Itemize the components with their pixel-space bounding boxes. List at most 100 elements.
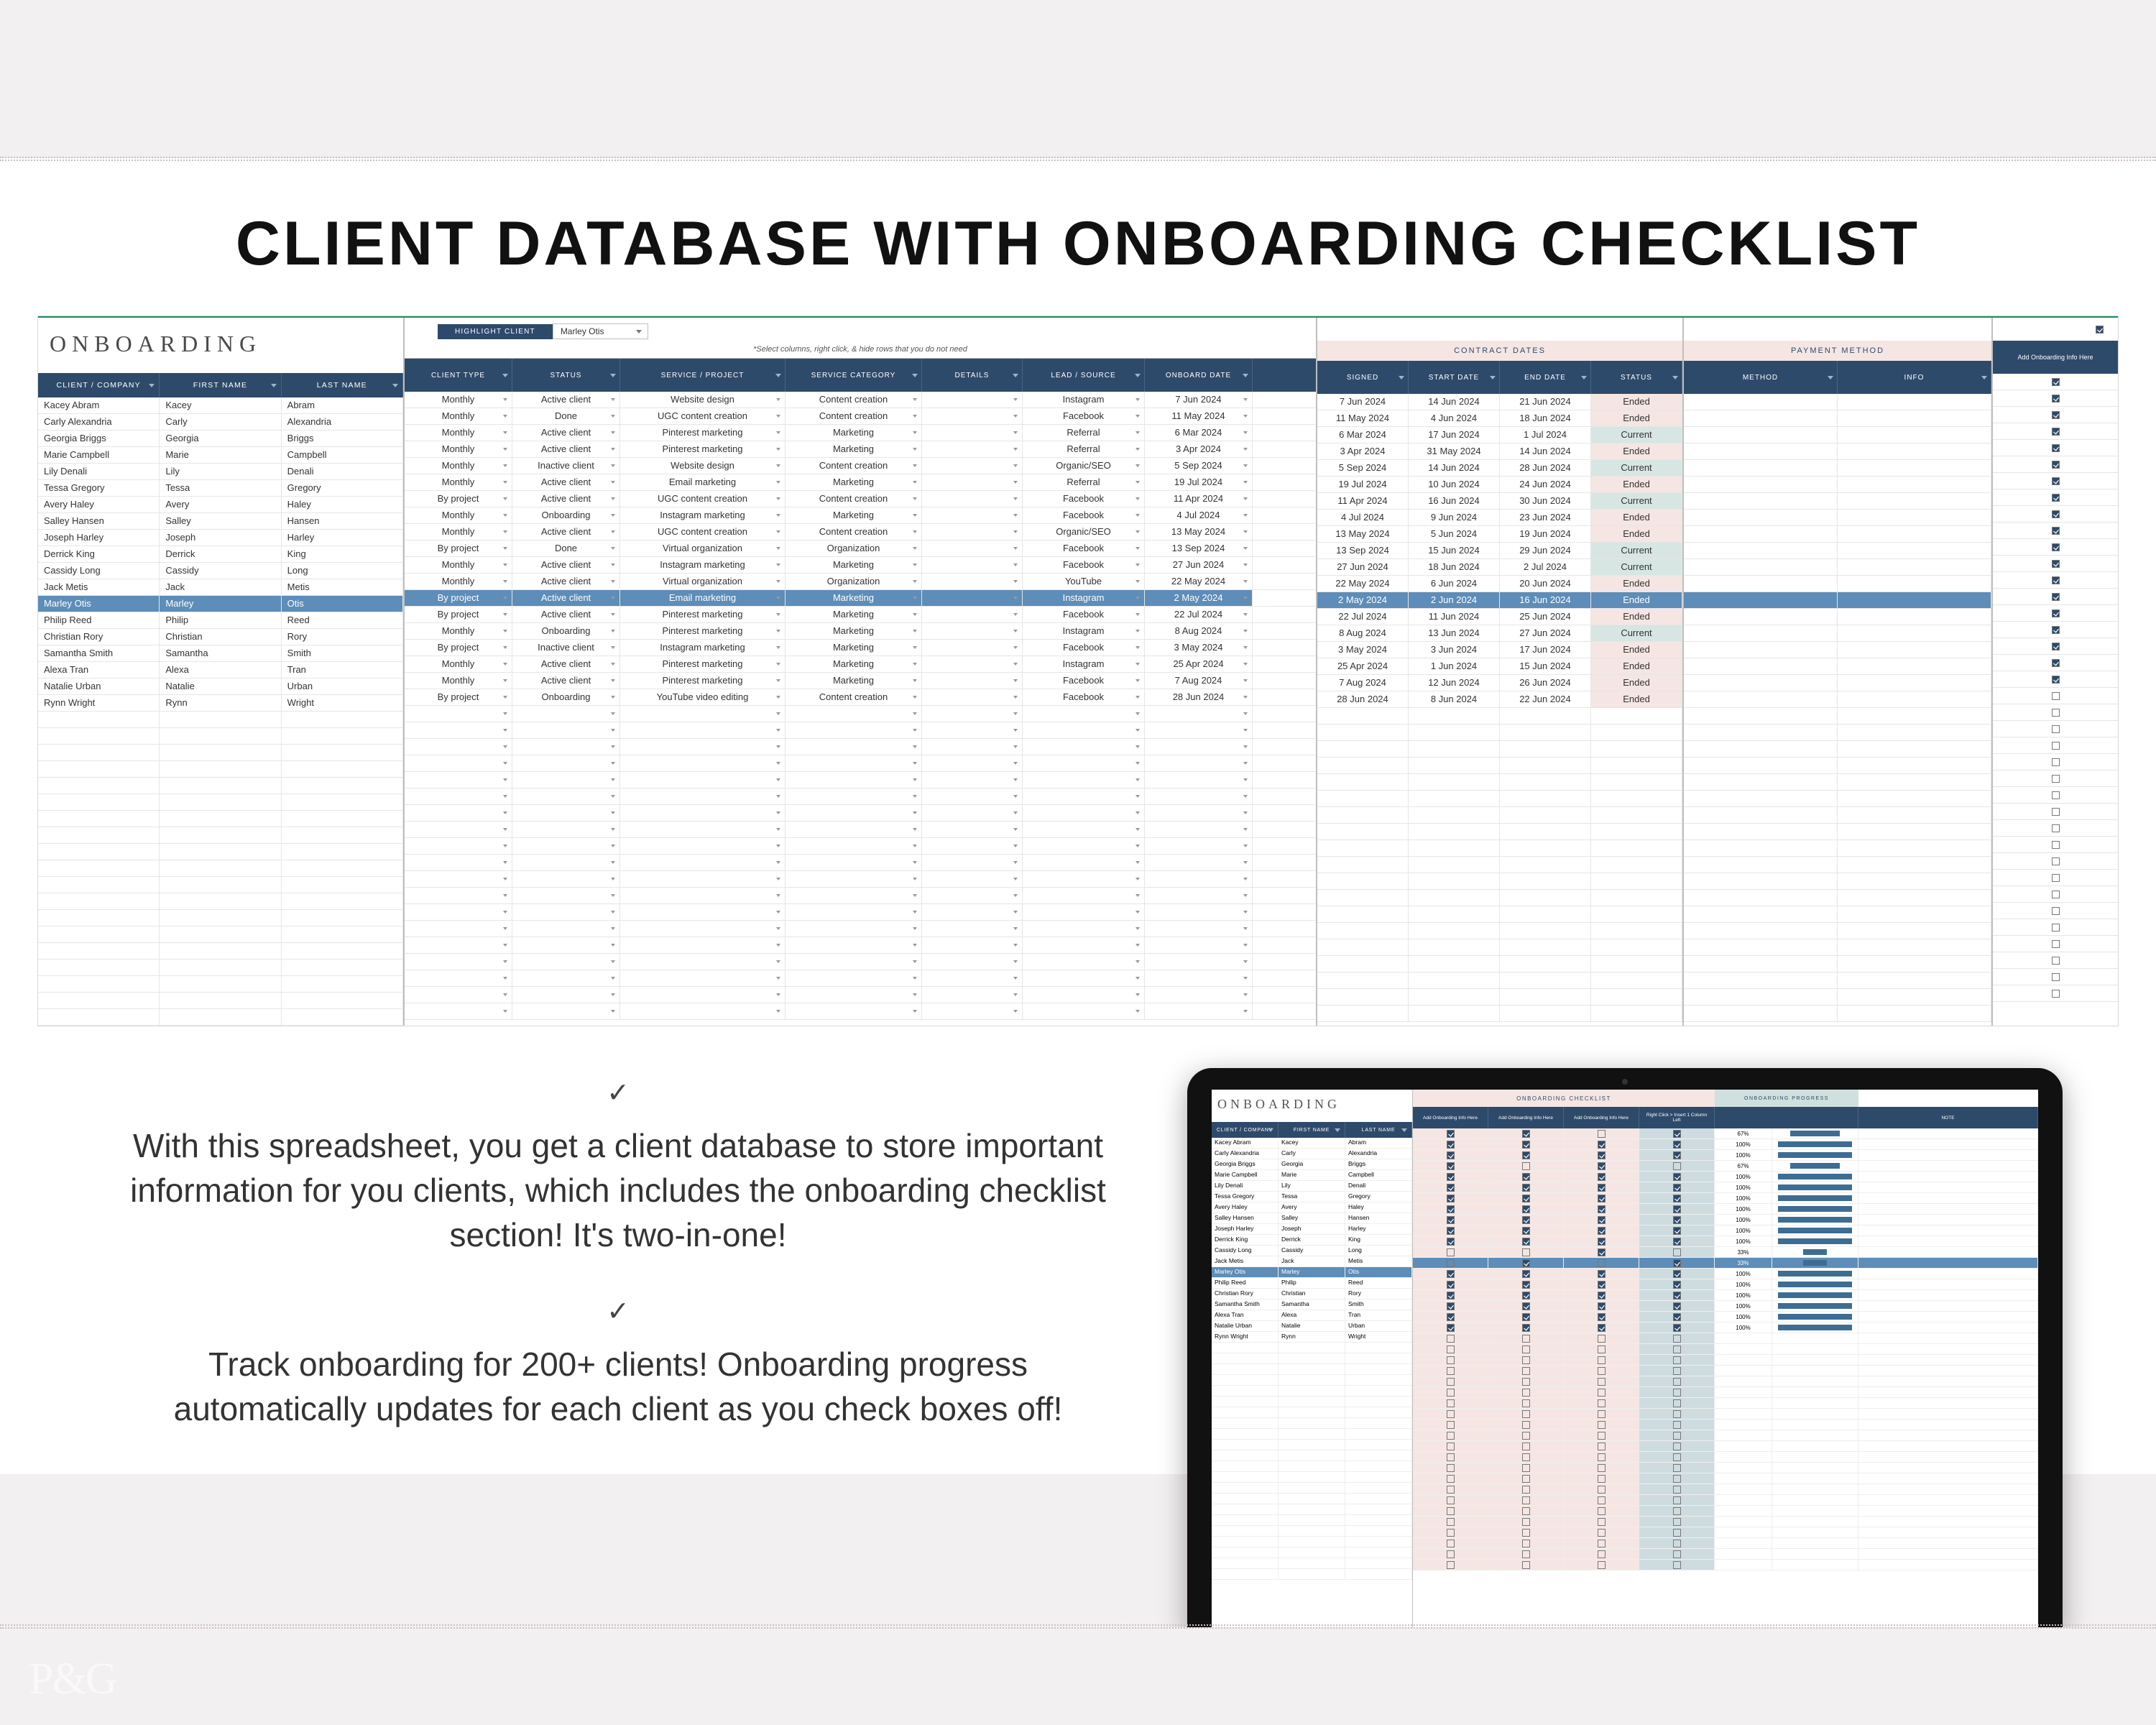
table-row[interactable] <box>1684 592 1991 609</box>
table-row[interactable]: By projectOnboardingYouTube video editin… <box>405 689 1316 706</box>
empty-row[interactable] <box>1993 936 2118 952</box>
empty-row[interactable] <box>1413 1398 2038 1409</box>
table-row[interactable]: 100% <box>1413 1139 2038 1150</box>
table-row[interactable] <box>1684 691 1991 708</box>
highlight-select[interactable]: Marley Otis <box>553 323 648 339</box>
table-row[interactable]: Marie CampbellMarieCampbell <box>38 447 403 464</box>
table-row[interactable]: 100% <box>1413 1279 2038 1290</box>
table-row[interactable]: Tessa GregoryTessaGregory <box>1212 1192 1412 1202</box>
table-row[interactable]: Cassidy LongCassidyLong <box>38 563 403 579</box>
empty-row[interactable] <box>1212 1397 1412 1407</box>
table-row[interactable] <box>1993 556 2118 572</box>
empty-row[interactable] <box>1993 886 2118 903</box>
col-header[interactable]: CLIENT / COMPANY <box>38 373 160 397</box>
table-row[interactable]: Lily DenaliLilyDenali <box>1212 1181 1412 1192</box>
table-row[interactable]: Derrick KingDerrickKing <box>1212 1235 1412 1246</box>
empty-row[interactable] <box>1317 989 1682 1006</box>
table-row[interactable] <box>1993 407 2118 423</box>
table-row[interactable] <box>1993 523 2118 539</box>
empty-row[interactable] <box>405 838 1316 855</box>
empty-row[interactable] <box>1317 906 1682 923</box>
empty-row[interactable] <box>38 877 403 893</box>
table-row[interactable] <box>1993 473 2118 489</box>
empty-row[interactable] <box>405 987 1316 1003</box>
empty-row[interactable] <box>1684 857 1991 873</box>
empty-row[interactable] <box>1212 1364 1412 1375</box>
table-row[interactable]: 100% <box>1413 1182 2038 1193</box>
table-row[interactable] <box>1993 605 2118 622</box>
empty-row[interactable] <box>1684 890 1991 906</box>
table-row[interactable]: Georgia BriggsGeorgiaBriggs <box>1212 1159 1412 1170</box>
table-row[interactable] <box>1684 443 1991 460</box>
table-row[interactable] <box>1684 493 1991 510</box>
empty-row[interactable] <box>1993 985 2118 1002</box>
empty-row[interactable] <box>405 937 1316 954</box>
table-row[interactable]: 13 May 20245 Jun 202419 Jun 2024Ended <box>1317 526 1682 543</box>
empty-row[interactable] <box>38 794 403 811</box>
empty-row[interactable] <box>38 993 403 1009</box>
empty-row[interactable] <box>405 755 1316 772</box>
empty-row[interactable] <box>1993 721 2118 737</box>
table-row[interactable]: 100% <box>1413 1301 2038 1312</box>
table-row[interactable]: MonthlyActive clientPinterest marketingM… <box>405 441 1316 458</box>
col-header[interactable]: CLIENT / COMPANY <box>1212 1122 1279 1138</box>
table-row[interactable]: Salley HansenSalleyHansen <box>38 513 403 530</box>
empty-row[interactable] <box>38 761 403 778</box>
empty-row[interactable] <box>405 871 1316 888</box>
table-row[interactable]: 13 Sep 202415 Jun 202429 Jun 2024Current <box>1317 543 1682 559</box>
empty-row[interactable] <box>1317 1006 1682 1022</box>
table-row[interactable] <box>1993 423 2118 440</box>
table-row[interactable]: 27 Jun 202418 Jun 20242 Jul 2024Current <box>1317 559 1682 576</box>
empty-row[interactable] <box>1317 708 1682 724</box>
top-checkbox-icon[interactable] <box>2096 326 2104 334</box>
table-row[interactable]: 100% <box>1413 1204 2038 1215</box>
table-row[interactable]: By projectActive clientEmail marketingMa… <box>405 590 1316 607</box>
empty-row[interactable] <box>1317 873 1682 890</box>
table-row[interactable]: Joseph HarleyJosephHarley <box>1212 1224 1412 1235</box>
empty-row[interactable] <box>1993 737 2118 754</box>
empty-row[interactable] <box>1684 1006 1991 1022</box>
empty-row[interactable] <box>1684 724 1991 741</box>
empty-row[interactable] <box>1413 1527 2038 1538</box>
empty-row[interactable] <box>38 745 403 761</box>
table-row[interactable] <box>1993 374 2118 390</box>
empty-row[interactable] <box>405 904 1316 921</box>
empty-row[interactable] <box>38 1009 403 1026</box>
table-row[interactable]: Philip ReedPhilipReed <box>1212 1278 1412 1289</box>
empty-row[interactable] <box>1317 807 1682 824</box>
empty-row[interactable] <box>1993 704 2118 721</box>
table-row[interactable]: Avery HaleyAveryHaley <box>38 497 403 513</box>
table-row[interactable]: 100% <box>1413 1150 2038 1161</box>
empty-row[interactable] <box>38 960 403 976</box>
empty-row[interactable] <box>1993 952 2118 969</box>
empty-row[interactable] <box>1413 1538 2038 1549</box>
table-row[interactable]: MonthlyActive clientWebsite designConten… <box>405 392 1316 408</box>
empty-row[interactable] <box>38 844 403 860</box>
table-row[interactable]: Alexa TranAlexaTran <box>1212 1310 1412 1321</box>
col-header[interactable]: SIGNED <box>1317 361 1409 394</box>
table-row[interactable]: Avery HaleyAveryHaley <box>1212 1202 1412 1213</box>
table-row[interactable]: 100% <box>1413 1290 2038 1301</box>
col-header[interactable]: DETAILS <box>922 359 1023 392</box>
empty-row[interactable] <box>405 921 1316 937</box>
table-row[interactable]: Derrick KingDerrickKing <box>38 546 403 563</box>
table-row[interactable]: 100% <box>1413 1172 2038 1182</box>
empty-row[interactable] <box>38 827 403 844</box>
table-row[interactable]: 100% <box>1413 1269 2038 1279</box>
empty-row[interactable] <box>1684 956 1991 972</box>
col-header[interactable]: STATUS <box>1591 361 1682 394</box>
empty-row[interactable] <box>1684 741 1991 758</box>
table-row[interactable]: MonthlyActive clientEmail marketingMarke… <box>405 474 1316 491</box>
empty-row[interactable] <box>1993 787 2118 804</box>
empty-row[interactable] <box>1413 1366 2038 1376</box>
table-row[interactable] <box>1684 543 1991 559</box>
empty-row[interactable] <box>38 860 403 877</box>
empty-row[interactable] <box>1212 1450 1412 1461</box>
empty-row[interactable] <box>1993 903 2118 919</box>
table-row[interactable] <box>1993 489 2118 506</box>
table-row[interactable]: 22 May 20246 Jun 202420 Jun 2024Ended <box>1317 576 1682 592</box>
table-row[interactable]: Natalie UrbanNatalieUrban <box>1212 1321 1412 1332</box>
empty-row[interactable] <box>1212 1483 1412 1494</box>
empty-row[interactable] <box>1413 1420 2038 1430</box>
empty-row[interactable] <box>1684 758 1991 774</box>
